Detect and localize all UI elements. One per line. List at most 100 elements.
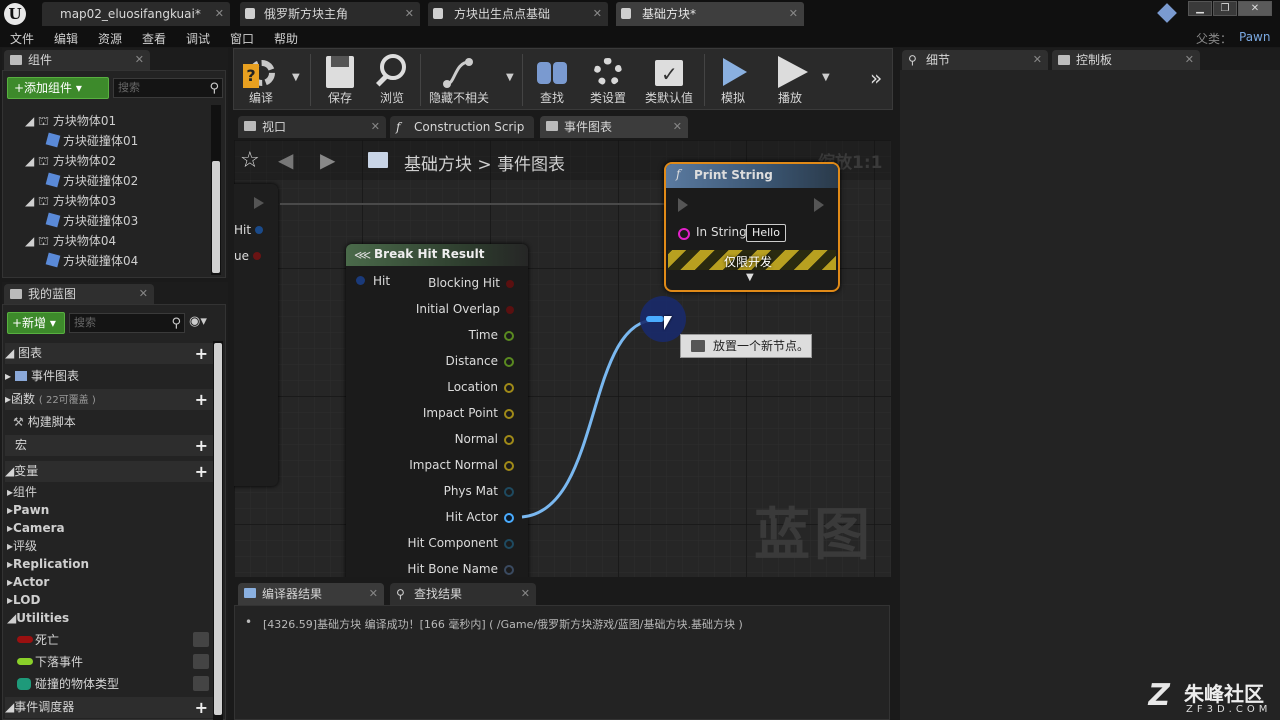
category-pawn[interactable]: ▸Pawn bbox=[7, 501, 49, 519]
save-button[interactable]: 保存 bbox=[318, 52, 362, 108]
variable-collision-type[interactable]: 碰撞的物体类型 bbox=[7, 673, 213, 695]
category-components[interactable]: ▸组件 bbox=[7, 483, 37, 501]
pin-impact-normal[interactable]: Impact Normal bbox=[409, 456, 514, 474]
menu-view[interactable]: 查看 bbox=[142, 30, 166, 47]
category-actor[interactable]: ▸Actor bbox=[7, 573, 49, 591]
toolbar-overflow-icon[interactable]: » bbox=[870, 66, 882, 90]
event-graph-item[interactable]: ▸ 事件图表 bbox=[5, 365, 211, 387]
exec-in-pin-icon[interactable] bbox=[678, 198, 688, 212]
scrollbar-thumb[interactable] bbox=[214, 343, 222, 715]
category-lod[interactable]: ▸LOD bbox=[7, 591, 40, 609]
tab-palette[interactable]: 控制板 ✕ bbox=[1052, 50, 1200, 70]
scrollbar-thumb[interactable] bbox=[212, 161, 220, 273]
event-graph-canvas[interactable]: ☆ ◀ ▶ 基础方块 > 事件图表 缩放1:1 Hit ue ⋘ Break H… bbox=[234, 140, 891, 577]
doc-tab-map[interactable]: map02_eluosifangkuai* ✕ bbox=[42, 2, 230, 26]
tree-item-actor-1[interactable]: ◢ ⛫ 方块物体01 bbox=[25, 111, 116, 131]
in-string-value-input[interactable]: Hello bbox=[746, 224, 786, 242]
menu-file[interactable]: 文件 bbox=[10, 30, 34, 47]
menu-debug[interactable]: 调试 bbox=[186, 30, 210, 47]
section-functions[interactable]: ▸函数 ( 22可覆盖 ) + bbox=[5, 389, 213, 410]
close-icon[interactable]: ✕ bbox=[371, 116, 380, 138]
blueprint-scrollbar[interactable] bbox=[213, 341, 223, 720]
find-button[interactable]: 查找 bbox=[530, 52, 574, 108]
close-icon[interactable]: ✕ bbox=[789, 2, 798, 26]
pin-hit-component[interactable]: Hit Component bbox=[407, 534, 514, 552]
hide-unrelated-button[interactable]: 隐藏不相关 bbox=[426, 52, 492, 108]
visibility-toggle-icon[interactable] bbox=[193, 632, 209, 647]
print-string-node[interactable]: f Print String In String Hello 仅限开发 ▼ bbox=[664, 162, 840, 292]
expand-arrow-icon[interactable]: ▼ bbox=[746, 272, 754, 283]
component-scrollbar[interactable] bbox=[211, 105, 221, 275]
visibility-toggle-icon[interactable] bbox=[193, 654, 209, 669]
tab-my-blueprint[interactable]: 我的蓝图 ✕ bbox=[4, 284, 154, 304]
pin-normal[interactable]: Normal bbox=[455, 430, 514, 448]
tab-details[interactable]: ⚲ 细节 ✕ bbox=[902, 50, 1048, 70]
tab-event-graph[interactable]: 事件图表 ✕ bbox=[540, 116, 688, 138]
tab-find-results[interactable]: ⚲ 查找结果 ✕ bbox=[390, 583, 536, 605]
add-graph-plus-icon[interactable]: + bbox=[195, 343, 208, 364]
tab-components[interactable]: 组件 ✕ bbox=[4, 50, 150, 70]
pin-blocking-hit[interactable]: Blocking Hit bbox=[428, 274, 514, 292]
variable-fall-event[interactable]: 下落事件 bbox=[7, 651, 213, 673]
left-node-pin-hit[interactable]: Hit bbox=[234, 223, 263, 237]
section-macros[interactable]: 宏 + bbox=[5, 435, 213, 456]
add-dispatcher-plus-icon[interactable]: + bbox=[195, 697, 208, 718]
category-camera[interactable]: ▸Camera bbox=[7, 519, 65, 537]
doc-tab-player[interactable]: 俄罗斯方块主角 ✕ bbox=[240, 2, 420, 26]
close-icon[interactable]: ✕ bbox=[521, 583, 530, 605]
exec-out-pin-icon[interactable] bbox=[814, 198, 824, 212]
notification-icon[interactable] bbox=[1157, 3, 1177, 23]
browse-button[interactable]: 浏览 bbox=[368, 52, 416, 108]
hide-unrelated-chevron[interactable]: ▼ bbox=[506, 72, 514, 83]
close-icon[interactable]: ✕ bbox=[405, 2, 414, 26]
add-variable-plus-icon[interactable]: + bbox=[195, 461, 208, 482]
menu-window[interactable]: 窗口 bbox=[230, 30, 254, 47]
exec-pin-out-icon[interactable] bbox=[254, 197, 264, 209]
tree-item-actor-3[interactable]: ◢ ⛫ 方块物体03 bbox=[25, 191, 116, 211]
play-options-chevron[interactable]: ▼ bbox=[822, 72, 830, 83]
parent-class-value[interactable]: Pawn bbox=[1239, 30, 1270, 44]
maximize-button[interactable]: ❐ bbox=[1213, 1, 1237, 16]
break-hit-result-node[interactable]: ⋘ Break Hit Result Hit Blocking Hit Init… bbox=[346, 244, 528, 577]
compile-button[interactable]: ? 编译 bbox=[236, 52, 286, 108]
close-icon[interactable]: ✕ bbox=[673, 116, 682, 138]
add-function-plus-icon[interactable]: + bbox=[195, 389, 208, 410]
component-search-input[interactable]: 搜索 ⚲ bbox=[113, 78, 223, 98]
in-string-pin-dot[interactable] bbox=[678, 228, 690, 240]
breadcrumb-current[interactable]: 事件图表 bbox=[497, 155, 565, 175]
compile-options-chevron[interactable]: ▼ bbox=[292, 72, 300, 83]
tree-item-actor-4[interactable]: ◢ ⛫ 方块物体04 bbox=[25, 231, 116, 251]
pin-hit-bone-name[interactable]: Hit Bone Name bbox=[407, 560, 514, 577]
pin-impact-point[interactable]: Impact Point bbox=[423, 404, 514, 422]
compile-log-line[interactable]: [4326.59]基础方块 编译成功！[166 毫秒内] ( /Game/俄罗斯… bbox=[263, 616, 743, 632]
variable-death[interactable]: 死亡 bbox=[7, 629, 213, 651]
doc-tab-base-block[interactable]: 基础方块* ✕ bbox=[616, 2, 804, 26]
tree-item-actor-2[interactable]: ◢ ⛫ 方块物体02 bbox=[25, 151, 116, 171]
pin-hit-actor[interactable]: Hit Actor bbox=[446, 508, 514, 526]
close-icon[interactable]: ✕ bbox=[135, 50, 144, 70]
close-icon[interactable]: ✕ bbox=[369, 583, 378, 605]
minimize-button[interactable]: ▁ bbox=[1188, 1, 1212, 16]
breadcrumb-root[interactable]: 基础方块 bbox=[404, 155, 472, 175]
pin-location[interactable]: Location bbox=[447, 378, 514, 396]
menu-edit[interactable]: 编辑 bbox=[54, 30, 78, 47]
category-replication[interactable]: ▸Replication bbox=[7, 555, 89, 573]
add-component-button[interactable]: +添加组件 ▾ bbox=[7, 77, 109, 99]
simulate-button[interactable]: 模拟 bbox=[710, 52, 756, 108]
pin-time[interactable]: Time bbox=[469, 326, 514, 344]
tree-item-mesh-3[interactable]: 方块碰撞体03 bbox=[45, 211, 138, 231]
tab-construction-script[interactable]: f Construction Scrip bbox=[390, 116, 534, 138]
tab-viewport[interactable]: 视口 ✕ bbox=[238, 116, 386, 138]
category-rating[interactable]: ▸评级 bbox=[7, 537, 37, 555]
forward-arrow-icon[interactable]: ▶ bbox=[320, 148, 335, 172]
tree-item-mesh-1[interactable]: 方块碰撞体01 bbox=[45, 131, 138, 151]
add-new-button[interactable]: +新增 ▾ bbox=[7, 312, 65, 334]
construction-script-item[interactable]: ⚒ 构建脚本 bbox=[5, 411, 211, 433]
tree-item-mesh-2[interactable]: 方块碰撞体02 bbox=[45, 171, 138, 191]
menu-help[interactable]: 帮助 bbox=[274, 30, 298, 47]
close-icon[interactable]: ✕ bbox=[1033, 50, 1042, 70]
unreal-logo-icon[interactable]: U bbox=[4, 3, 26, 25]
pin-phys-mat[interactable]: Phys Mat bbox=[444, 482, 514, 500]
close-icon[interactable]: ✕ bbox=[1185, 50, 1194, 70]
pin-initial-overlap[interactable]: Initial Overlap bbox=[416, 300, 514, 318]
